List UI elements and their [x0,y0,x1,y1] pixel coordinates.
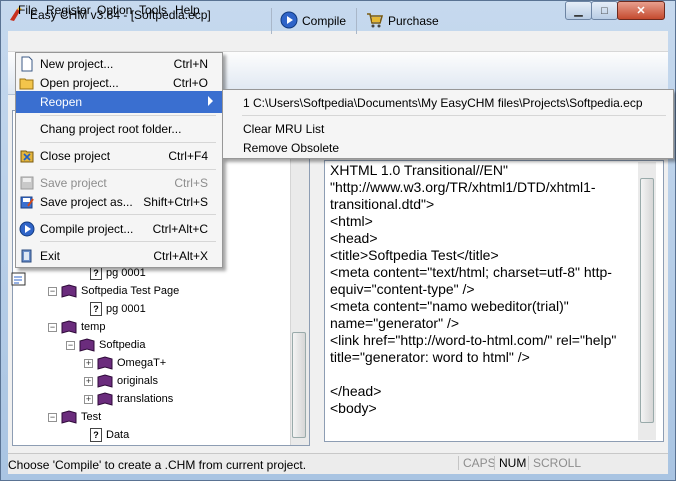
tree-item[interactable]: + translations [84,390,173,408]
code-line: <head> [330,230,378,246]
tree-item-label: pg 0001 [106,267,146,279]
menu-item-save-project-as[interactable]: Save project as... Shift+Ctrl+S [16,191,222,213]
code-line: <html> [330,213,373,229]
compile-button[interactable]: Compile [280,10,346,32]
tree-item-label: pg 0001 [106,303,146,315]
menu-item-exit[interactable]: Exit Ctrl+Alt+X [16,245,222,267]
tree-item-label: translations [117,393,174,405]
clear-mru-label: Clear MRU List [243,122,325,136]
menu-separator [40,169,216,170]
editor-scrollbar-thumb[interactable] [640,178,654,423]
menu-item-close-project[interactable]: Close project Ctrl+F4 [16,145,222,167]
compile-icon [19,221,35,237]
menu-separator [40,115,216,116]
tree-item-label: Test [81,411,102,423]
minimize-button[interactable]: ▁ [565,1,592,20]
menu-tools[interactable]: Tools [139,3,167,17]
book-icon [97,392,113,406]
page-icon: ? [90,266,102,280]
purchase-label: Purchase [388,14,439,28]
book-icon [61,284,77,298]
recent-project-path: 1 C:\Users\Softpedia\Documents\My EasyCH… [243,96,643,110]
code-line: <meta content="namo webeditor(trial)" na… [330,298,573,331]
menu-separator [242,115,666,116]
menu-register[interactable]: Register [46,3,91,17]
submenu-arrow-icon [208,96,213,106]
open-folder-icon [19,75,35,91]
toolbar-separator [271,8,272,34]
menu-item-remove-obsolete[interactable]: Remove Obsolete [223,138,673,157]
book-icon [61,320,77,334]
tree-item[interactable]: − temp [48,318,105,336]
tree-item-label: Softpedia [99,339,146,351]
menu-help[interactable]: Help [175,3,200,17]
maximize-button[interactable]: □ [591,1,618,20]
collapse-icon[interactable]: − [66,340,75,350]
menu-separator [40,214,216,215]
code-line: <title>Softpedia Test</title> [330,247,499,263]
book-icon [79,338,95,352]
side-tool[interactable] [10,270,40,310]
cart-icon [366,11,384,32]
code-line: <link href="http://word-to-html.com/" re… [330,332,621,365]
remove-obsolete-label: Remove Obsolete [243,141,340,155]
tree-item-label: OmegaT+ [117,357,167,369]
tree-item[interactable]: − Softpedia Test Page [48,282,179,300]
code-line: "http://www.w3.org/TR/xhtml1/DTD/xhtml1-… [330,179,596,212]
code-line [330,366,636,383]
code-line: </head> [330,383,382,399]
tree-item[interactable]: + originals [84,372,158,390]
save-as-icon [19,194,35,210]
book-icon [97,356,113,370]
menu-item-compile-project[interactable]: Compile project... Ctrl+Alt+C [16,218,222,240]
expand-icon[interactable]: + [84,358,93,368]
caps-indicator: CAPS [458,456,496,470]
status-message: Choose 'Compile' to create a .CHM from c… [8,458,307,472]
num-indicator: NUM [494,456,526,470]
expand-icon[interactable]: + [84,376,93,386]
code-line: <meta content="text/html; charset=utf-8"… [330,264,612,297]
menu-item-recent-project[interactable]: 1 C:\Users\Softpedia\Documents\My EasyCH… [223,93,673,112]
menu-separator [40,142,216,143]
compile-label: Compile [302,14,347,28]
tree-scrollbar-thumb[interactable] [292,332,306,438]
menu-file[interactable]: File [18,3,37,17]
close-button[interactable]: ✕ [617,1,665,20]
toolbar-separator [356,8,357,34]
new-document-icon [19,56,35,72]
tree-item[interactable]: ? Data [90,426,129,444]
menu-bar [8,31,668,52]
expand-icon[interactable]: + [84,394,93,404]
book-icon [61,410,77,424]
page-icon: ? [90,428,102,442]
close-project-icon [19,148,35,164]
menu-separator [40,241,216,242]
tree-item-label: Data [106,429,130,441]
menu-option[interactable]: Option [97,3,132,17]
tree-item[interactable]: − Test [48,408,101,426]
tree-item[interactable]: − Softpedia [66,336,145,354]
code-line: <body> [330,400,377,416]
play-icon [280,11,298,32]
tree-item[interactable]: ? pg 0001 [90,300,146,318]
collapse-icon[interactable]: − [48,322,57,332]
tree-item-label: Softpedia Test Page [81,285,180,297]
tree-item-label: temp [81,321,106,333]
save-icon [19,175,35,191]
collapse-icon[interactable]: − [48,412,57,422]
menu-item-change-root-folder[interactable]: Chang project root folder... [16,118,222,140]
purchase-button[interactable]: Purchase [366,10,439,32]
page-icon: ? [90,302,102,316]
properties-icon [10,272,28,291]
exit-icon [19,248,35,264]
collapse-icon[interactable]: − [48,286,57,296]
book-icon [97,374,113,388]
editor-content[interactable]: XHTML 1.0 Transitional//EN" "http://www.… [330,162,636,417]
menu-item-reopen[interactable]: Reopen [16,91,222,113]
code-line: XHTML 1.0 Transitional//EN" [330,162,508,178]
tree-item-label: originals [117,375,158,387]
scroll-indicator: SCROLL [528,456,581,470]
menu-item-clear-mru[interactable]: Clear MRU List [223,119,673,138]
tree-item[interactable]: + OmegaT+ [84,354,166,372]
